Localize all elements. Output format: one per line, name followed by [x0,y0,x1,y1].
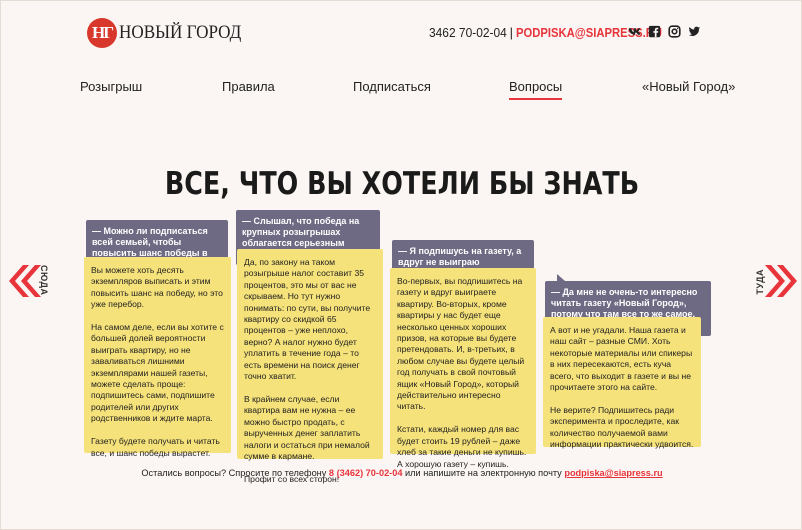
footer-text-before: Остались вопросы? Спросите по телефону [141,468,329,478]
logo-text: НОВЫЙ ГОРОД [119,22,242,43]
faq-answer-3: Во-первых, вы подпишитесь на газету и вд… [390,268,536,469]
prev-label: СЮДА [39,265,49,296]
chevrons-left-icon [9,265,41,297]
vk-icon[interactable] [627,24,641,38]
logo-badge: НГ [87,18,117,48]
faq-answer-4: А вот и не угадали. Наша газета и наш са… [543,317,701,449]
prev-arrow-button[interactable]: СЮДА [7,263,49,304]
footer-text-middle: или напишите на электронную почту [402,468,565,478]
nav-item-rules[interactable]: Правила [222,79,275,94]
twitter-icon[interactable] [687,24,701,38]
nav-item-subscribe[interactable]: Подписаться [353,79,431,94]
header-phone[interactable]: 3462 70-02-04 [429,25,507,40]
footer-phone-link[interactable]: 8 (3462) 70-02-04 [329,468,403,478]
page-title: ВСЕ, ЧТО ВЫ ХОТЕЛИ БЫ ЗНАТЬ [164,166,640,202]
logo[interactable]: НГ НОВЫЙ ГОРОД [87,18,255,48]
footer-contact: Остались вопросы? Спросите по телефону 8… [1,468,802,478]
contacts-separator: | [509,25,513,40]
main-nav: Розыгрыш Правила Подписаться Вопросы «Но… [1,79,802,100]
footer-email-link[interactable]: podpiska@siapress.ru [564,468,662,478]
nav-item-questions[interactable]: Вопросы [509,79,563,100]
nav-item-giveaway[interactable]: Розыгрыш [80,79,142,94]
nav-item-new-city[interactable]: «Новый Город» [642,79,735,94]
chevrons-right-icon [765,265,797,297]
faq-answer-1: Вы можете хоть десять экземпляров выписа… [84,257,231,458]
page: НГ НОВЫЙ ГОРОД 3462 70-02-04 | PODPISKA@… [0,0,802,530]
faq-answer-2: Да, по закону на таком розыгрыше налог с… [237,249,383,484]
instagram-icon[interactable] [667,24,681,38]
facebook-icon[interactable] [647,24,661,38]
social-links [627,24,701,38]
